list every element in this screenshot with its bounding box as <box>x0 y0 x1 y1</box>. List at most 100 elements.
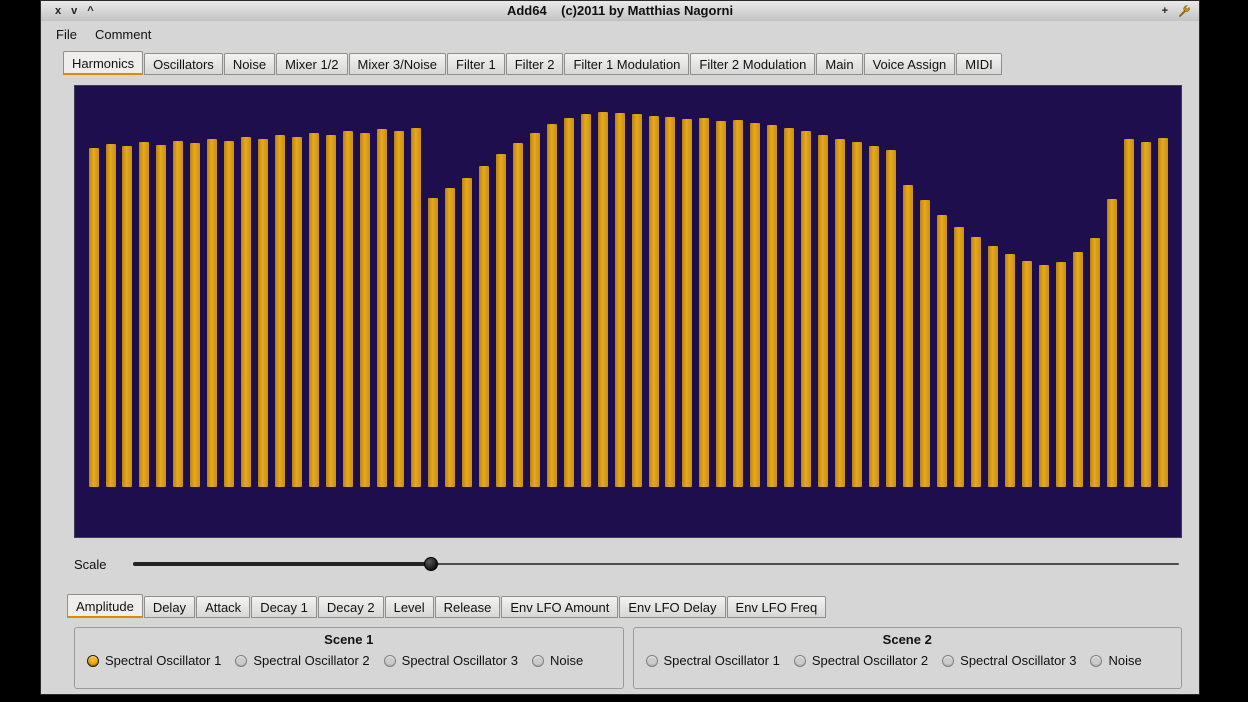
harmonic-bar-41[interactable] <box>767 125 777 487</box>
tab-filter-2[interactable]: Filter 2 <box>506 53 564 75</box>
harmonics-chart[interactable] <box>74 85 1182 538</box>
env-tab-decay-1[interactable]: Decay 1 <box>251 596 317 618</box>
harmonic-bar-56[interactable] <box>1022 261 1032 487</box>
harmonic-bar-24[interactable] <box>479 166 489 487</box>
env-tab-delay[interactable]: Delay <box>144 596 195 618</box>
tab-main[interactable]: Main <box>816 53 862 75</box>
tab-voice-assign[interactable]: Voice Assign <box>864 53 956 75</box>
harmonic-bar-64[interactable] <box>1158 138 1168 487</box>
harmonic-bar-4[interactable] <box>139 142 149 487</box>
harmonic-bar-33[interactable] <box>632 114 642 487</box>
harmonic-bar-6[interactable] <box>173 141 183 487</box>
harmonic-bar-48[interactable] <box>886 150 896 487</box>
harmonic-bar-37[interactable] <box>699 118 709 487</box>
harmonic-bar-58[interactable] <box>1056 262 1066 487</box>
tab-midi[interactable]: MIDI <box>956 53 1001 75</box>
harmonic-bar-12[interactable] <box>275 135 285 487</box>
harmonic-bar-7[interactable] <box>190 143 200 487</box>
tab-oscillators[interactable]: Oscillators <box>144 53 223 75</box>
harmonic-bar-1[interactable] <box>89 148 99 487</box>
harmonic-bar-22[interactable] <box>445 188 455 487</box>
harmonic-bar-51[interactable] <box>937 215 947 487</box>
harmonic-bar-21[interactable] <box>428 198 438 487</box>
harmonic-bar-57[interactable] <box>1039 265 1049 487</box>
tab-mixer-1-2[interactable]: Mixer 1/2 <box>276 53 347 75</box>
env-tab-level[interactable]: Level <box>385 596 434 618</box>
harmonic-bar-36[interactable] <box>682 119 692 487</box>
harmonic-bar-29[interactable] <box>564 118 574 487</box>
env-tab-env-lfo-delay[interactable]: Env LFO Delay <box>619 596 725 618</box>
harmonic-bar-53[interactable] <box>971 237 981 487</box>
harmonic-bar-19[interactable] <box>394 131 404 487</box>
harmonic-bar-25[interactable] <box>496 154 506 487</box>
harmonic-bar-49[interactable] <box>903 185 913 487</box>
titlebar[interactable]: x v ^ Add64 (c)2011 by Matthias Nagorni … <box>41 1 1199 22</box>
maximize-button[interactable]: + <box>1162 1 1168 21</box>
harmonic-bar-17[interactable] <box>360 133 370 487</box>
harmonic-bar-47[interactable] <box>869 146 879 487</box>
harmonic-bar-43[interactable] <box>801 131 811 487</box>
harmonic-bar-32[interactable] <box>615 113 625 487</box>
harmonic-bar-60[interactable] <box>1090 238 1100 487</box>
harmonic-bar-15[interactable] <box>326 135 336 487</box>
harmonic-bar-62[interactable] <box>1124 139 1134 487</box>
harmonic-bar-38[interactable] <box>716 121 726 487</box>
env-tab-attack[interactable]: Attack <box>196 596 250 618</box>
radio-scene-2-noise[interactable]: Noise <box>1090 653 1141 668</box>
scale-slider[interactable] <box>133 554 1179 574</box>
harmonic-bar-27[interactable] <box>530 133 540 487</box>
harmonic-bar-61[interactable] <box>1107 199 1117 487</box>
harmonic-bar-39[interactable] <box>733 120 743 487</box>
harmonic-bar-50[interactable] <box>920 200 930 487</box>
harmonic-bar-40[interactable] <box>750 123 760 487</box>
harmonic-bar-35[interactable] <box>665 117 675 487</box>
menu-comment[interactable]: Comment <box>86 24 160 45</box>
harmonic-bar-42[interactable] <box>784 128 794 487</box>
harmonic-bar-63[interactable] <box>1141 142 1151 487</box>
radio-scene-1-noise[interactable]: Noise <box>532 653 583 668</box>
harmonic-bar-2[interactable] <box>106 144 116 487</box>
radio-scene-1-spectral-oscillator-3[interactable]: Spectral Oscillator 3 <box>384 653 518 668</box>
harmonic-bar-46[interactable] <box>852 142 862 487</box>
harmonic-bar-20[interactable] <box>411 128 421 487</box>
harmonic-bar-10[interactable] <box>241 137 251 487</box>
radio-scene-1-spectral-oscillator-1[interactable]: Spectral Oscillator 1 <box>87 653 221 668</box>
radio-scene-2-spectral-oscillator-3[interactable]: Spectral Oscillator 3 <box>942 653 1076 668</box>
harmonic-bar-45[interactable] <box>835 139 845 487</box>
harmonic-bar-16[interactable] <box>343 131 353 487</box>
harmonic-bar-34[interactable] <box>649 116 659 487</box>
harmonic-bar-5[interactable] <box>156 145 166 487</box>
harmonic-bar-11[interactable] <box>258 139 268 487</box>
radio-scene-1-spectral-oscillator-2[interactable]: Spectral Oscillator 2 <box>235 653 369 668</box>
slider-handle[interactable] <box>424 557 438 571</box>
harmonic-bar-18[interactable] <box>377 129 387 487</box>
tab-filter-1[interactable]: Filter 1 <box>447 53 505 75</box>
harmonic-bar-14[interactable] <box>309 133 319 487</box>
harmonic-bar-3[interactable] <box>122 146 132 487</box>
tab-filter-2-modulation[interactable]: Filter 2 Modulation <box>690 53 815 75</box>
harmonic-bar-55[interactable] <box>1005 254 1015 487</box>
env-tab-env-lfo-freq[interactable]: Env LFO Freq <box>727 596 827 618</box>
harmonic-bar-44[interactable] <box>818 135 828 487</box>
env-tab-decay-2[interactable]: Decay 2 <box>318 596 384 618</box>
harmonic-bar-52[interactable] <box>954 227 964 487</box>
harmonic-bar-26[interactable] <box>513 143 523 487</box>
tab-noise[interactable]: Noise <box>224 53 275 75</box>
harmonic-bar-8[interactable] <box>207 139 217 487</box>
tab-harmonics[interactable]: Harmonics <box>63 51 143 75</box>
tab-mixer-3-noise[interactable]: Mixer 3/Noise <box>349 53 446 75</box>
harmonic-bar-31[interactable] <box>598 112 608 487</box>
harmonic-bar-59[interactable] <box>1073 252 1083 487</box>
harmonic-bar-54[interactable] <box>988 246 998 487</box>
menu-file[interactable]: File <box>47 24 86 45</box>
harmonic-bar-9[interactable] <box>224 141 234 487</box>
harmonic-bar-30[interactable] <box>581 114 591 487</box>
harmonic-bar-28[interactable] <box>547 124 557 487</box>
harmonic-bar-13[interactable] <box>292 137 302 487</box>
radio-scene-2-spectral-oscillator-1[interactable]: Spectral Oscillator 1 <box>646 653 780 668</box>
env-tab-env-lfo-amount[interactable]: Env LFO Amount <box>501 596 618 618</box>
tab-filter-1-modulation[interactable]: Filter 1 Modulation <box>564 53 689 75</box>
harmonic-bar-23[interactable] <box>462 178 472 487</box>
env-tab-release[interactable]: Release <box>435 596 501 618</box>
radio-scene-2-spectral-oscillator-2[interactable]: Spectral Oscillator 2 <box>794 653 928 668</box>
